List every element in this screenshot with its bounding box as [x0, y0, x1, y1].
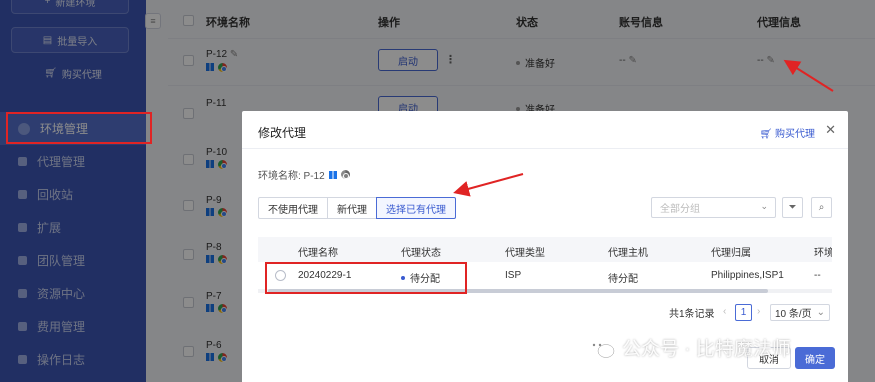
annotation-arrows — [453, 59, 834, 197]
arrow-to-proxy-edit — [783, 59, 834, 92]
watermark: 公众号 · 比特魔法师 — [586, 334, 791, 361]
tab-existing-proxy[interactable]: 选择已有代理 — [376, 197, 456, 219]
arrow-to-existing-proxy-tab — [453, 173, 524, 197]
wechat-icon — [587, 337, 615, 358]
